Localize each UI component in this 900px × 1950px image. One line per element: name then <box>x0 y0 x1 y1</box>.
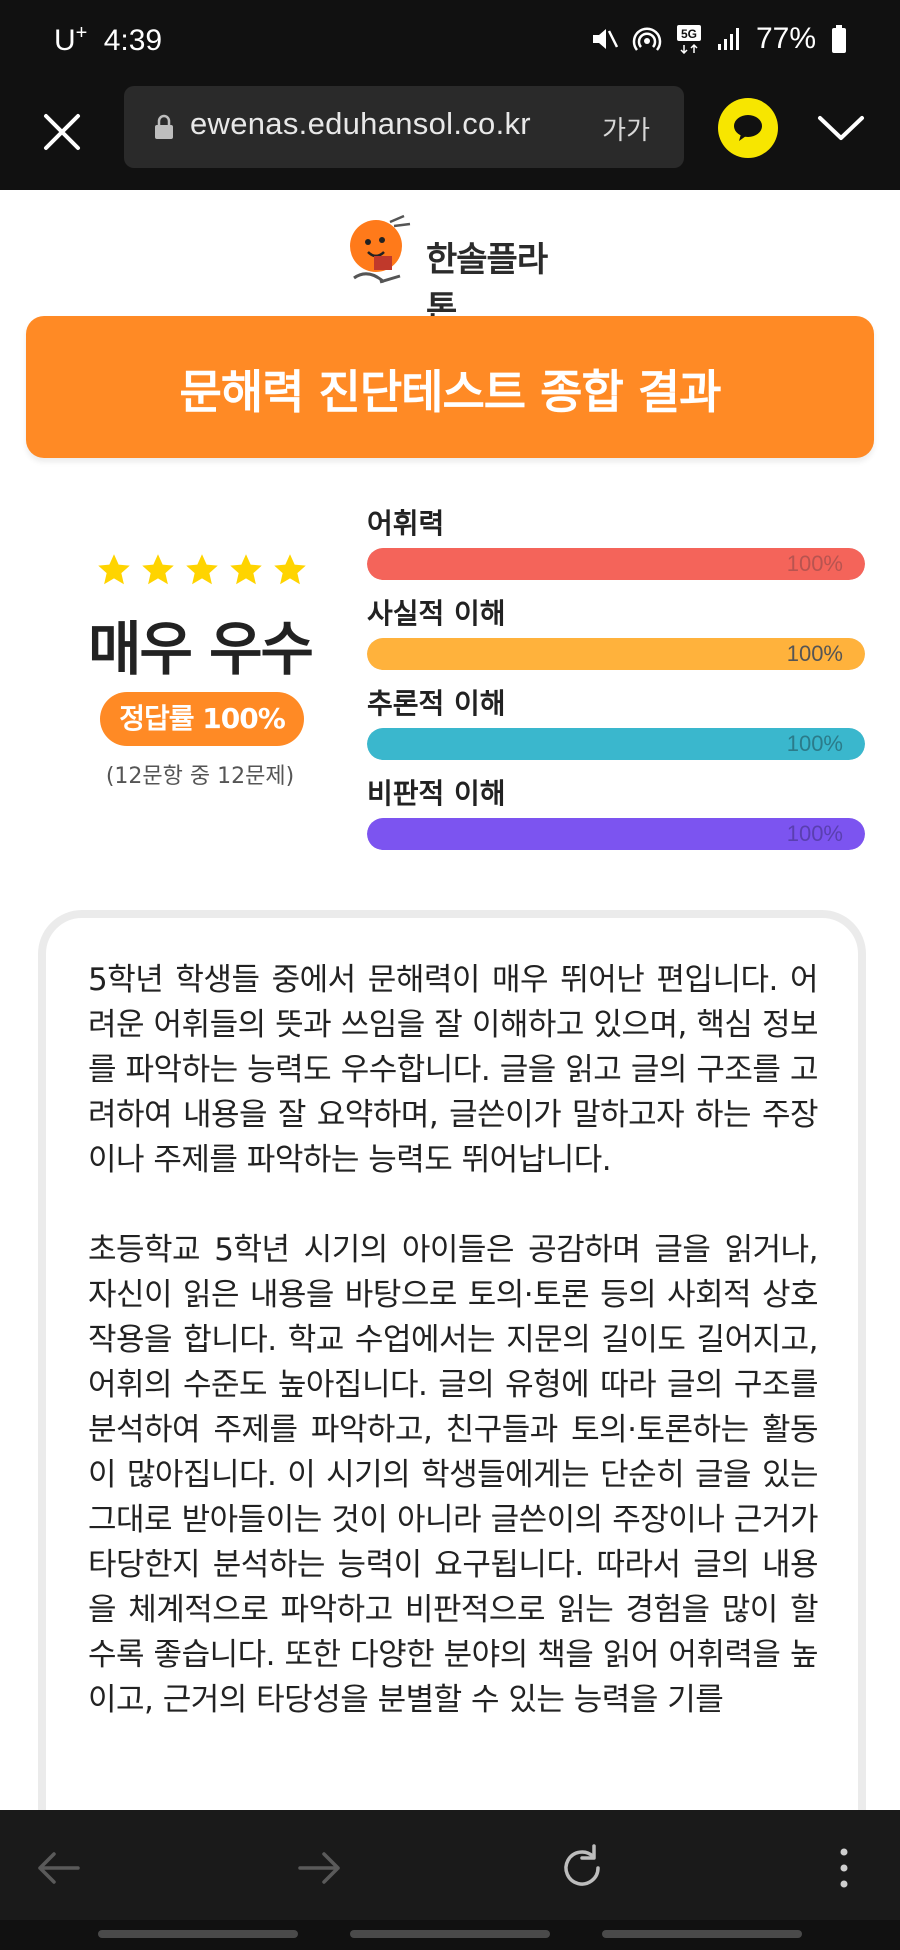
carrier-text: U <box>54 24 76 57</box>
status-time: 4:39 <box>103 24 163 57</box>
skill-label: 어휘력 <box>367 507 445 540</box>
grade-label: 매우 우수 <box>88 615 314 683</box>
close-icon[interactable] <box>38 108 86 156</box>
page-title: 문해력 진단테스트 종합 결과 <box>179 365 722 419</box>
5g-icon: 5G <box>676 25 701 54</box>
hotspot-icon <box>632 27 662 51</box>
battery-icon <box>832 25 846 53</box>
star-icon <box>98 554 130 585</box>
back-arrow-icon[interactable] <box>28 1838 88 1898</box>
status-bar: U+ 4:39 5G 77% <box>0 0 900 86</box>
kakao-talk-button[interactable] <box>718 98 778 158</box>
browser-toolbar: ewenas.eduhansol.co.kr 가가 <box>0 86 900 190</box>
gesture-segment <box>350 1930 550 1938</box>
star-rating <box>96 552 308 588</box>
description-paragraph: 초등학교 5학년 시기의 아이들은 공감하며 글을 읽거나, 자신이 읽은 내용… <box>88 1232 819 1718</box>
skill-label: 비판적 이해 <box>367 777 506 810</box>
skill-bar-inferential: 추론적 이해 100% <box>367 682 865 772</box>
gesture-segment <box>98 1930 298 1938</box>
gesture-bar <box>0 1920 900 1950</box>
font-size-button[interactable]: 가가 <box>602 110 650 147</box>
star-icon <box>274 554 306 585</box>
progress-track: 100% <box>367 818 865 850</box>
mascot-icon <box>350 214 411 284</box>
refresh-icon[interactable] <box>552 1838 612 1898</box>
brand-logo: 한솔플라톤 <box>344 212 564 329</box>
skill-bars: 어휘력 100% 사실적 이해 100% 추론적 이해 100% 비판적 이해 <box>367 502 865 862</box>
lock-icon <box>155 114 173 139</box>
skill-bar-factual: 사실적 이해 100% <box>367 592 865 682</box>
progress-value: 100% <box>786 821 843 846</box>
signal-icon <box>717 28 739 50</box>
star-icon <box>186 554 218 585</box>
svg-text:5G: 5G <box>681 27 697 41</box>
chevron-down-icon[interactable] <box>816 110 866 146</box>
carrier-plus: + <box>75 22 88 44</box>
page-content: 한솔플라톤 문해력 진단테스트 종합 결과 매우 우수 정답률 100% (12… <box>0 190 900 1810</box>
result-description-card[interactable]: 5학년 학생들 중에서 문해력이 매우 뛰어난 편입니다. 어려운 어휘들의 뜻… <box>38 910 866 1810</box>
more-menu-icon[interactable] <box>814 1838 874 1898</box>
chat-bubble-icon <box>734 115 762 141</box>
progress-value: 100% <box>786 731 843 756</box>
title-banner: 문해력 진단테스트 종합 결과 <box>26 316 874 458</box>
url-text: ewenas.eduhansol.co.kr <box>190 106 531 141</box>
skill-label: 추론적 이해 <box>367 687 506 720</box>
progress-track: 100% <box>367 638 865 670</box>
carrier-label: U+ 4:39 <box>54 22 162 58</box>
star-icon <box>142 554 174 585</box>
description-paragraph: 5학년 학생들 중에서 문해력이 매우 뛰어난 편입니다. 어려운 어휘들의 뜻… <box>88 962 819 1178</box>
forward-arrow-icon[interactable] <box>290 1838 350 1898</box>
browser-bottom-nav <box>0 1810 900 1920</box>
skill-bar-critical: 비판적 이해 100% <box>367 772 865 862</box>
skill-bar-vocabulary: 어휘력 100% <box>367 502 865 592</box>
status-icons: 5G 77% <box>590 22 848 56</box>
address-bar[interactable]: ewenas.eduhansol.co.kr 가가 <box>124 86 684 168</box>
progress-value: 100% <box>786 551 843 576</box>
description-text: 5학년 학생들 중에서 문해력이 매우 뛰어난 편입니다. 어려운 어휘들의 뜻… <box>88 958 819 1768</box>
mute-icon <box>592 29 618 49</box>
star-icon <box>230 554 262 585</box>
progress-track: 100% <box>367 728 865 760</box>
progress-track: 100% <box>367 548 865 580</box>
skill-label: 사실적 이해 <box>367 597 506 630</box>
gesture-segment <box>602 1930 802 1938</box>
correct-rate-badge: 정답률 100% <box>100 692 304 746</box>
progress-value: 100% <box>786 641 843 666</box>
question-count: (12문항 중 12문제) <box>105 764 295 789</box>
battery-percent: 77% <box>755 22 816 55</box>
